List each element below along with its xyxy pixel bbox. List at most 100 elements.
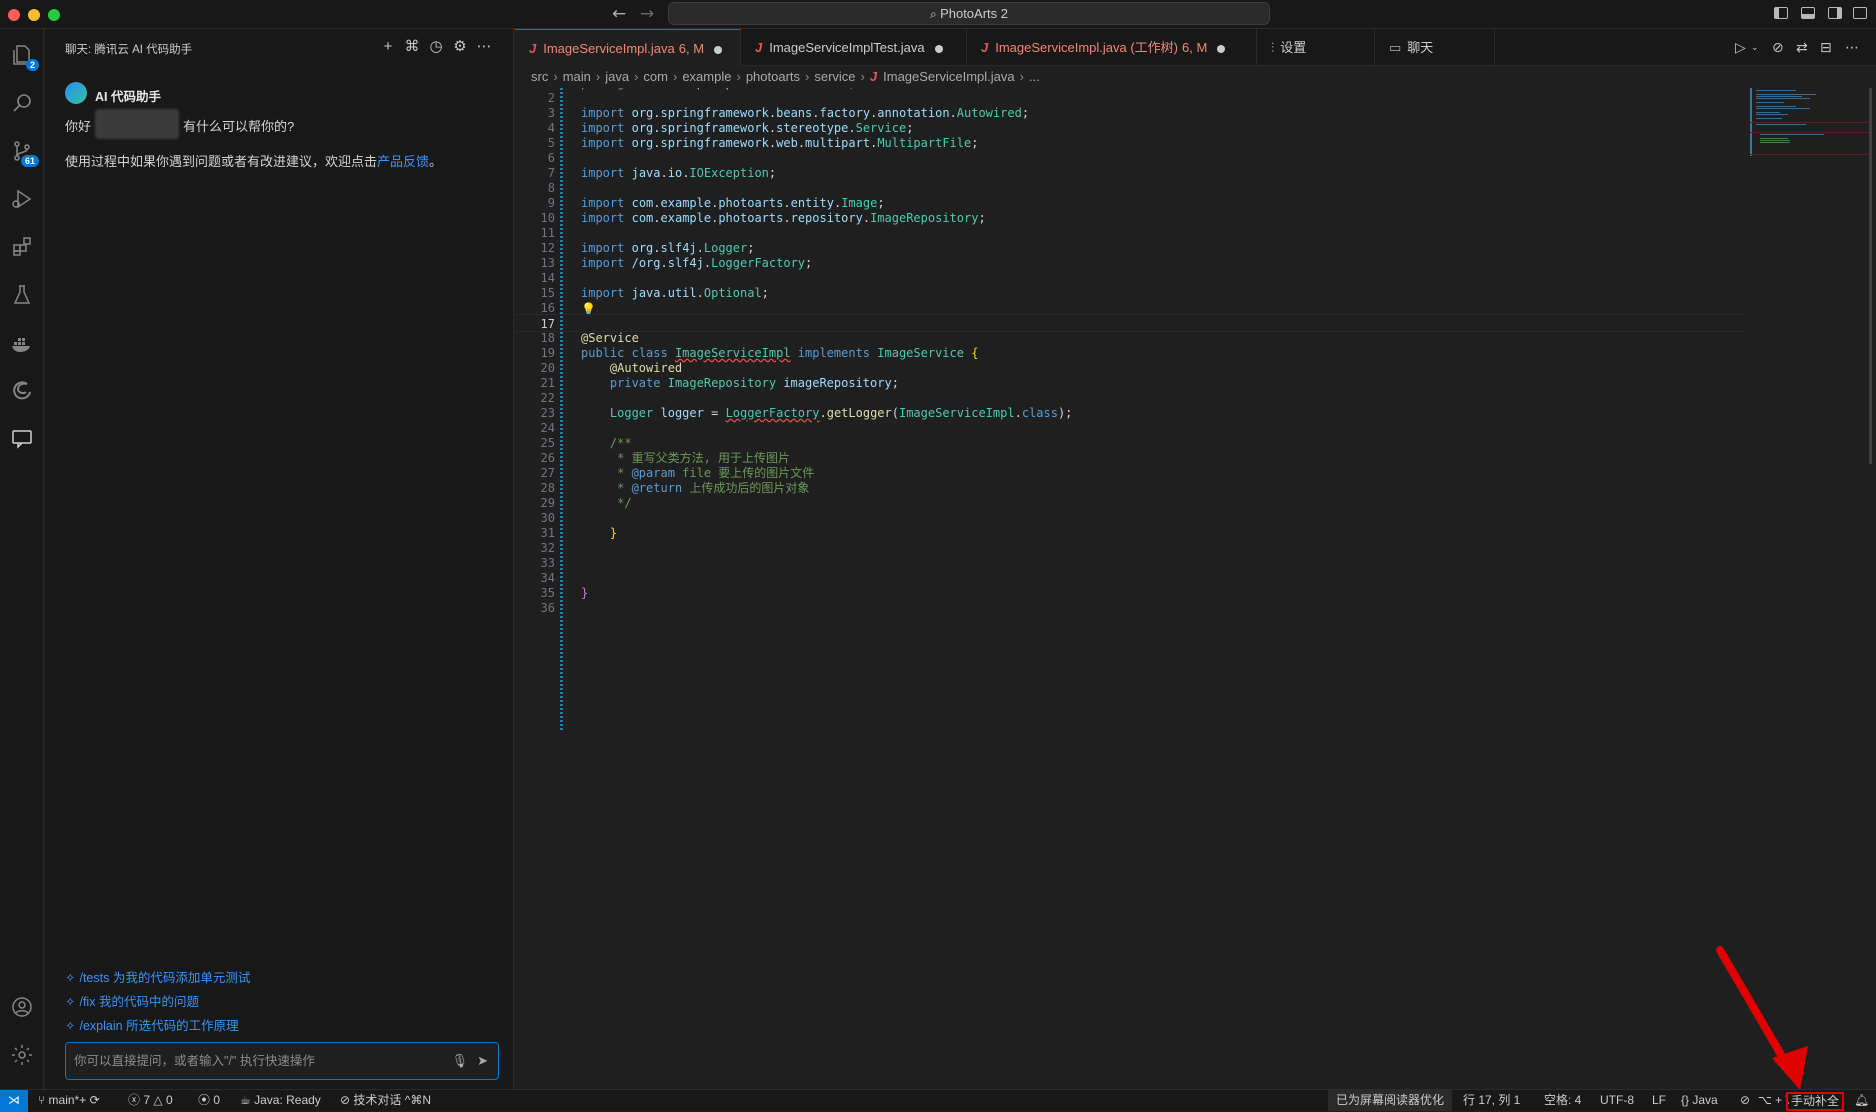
- edge-browser-icon[interactable]: [6, 375, 38, 407]
- customize-layout-icon[interactable]: [1853, 7, 1867, 19]
- microphone-icon[interactable]: 🎙: [451, 1043, 468, 1079]
- chevron-right-icon: ›: [805, 69, 810, 84]
- breadcrumb-item[interactable]: main: [563, 69, 591, 84]
- send-icon[interactable]: ➤: [477, 1043, 488, 1079]
- source-control-icon[interactable]: 61: [6, 135, 39, 167]
- more-actions-icon[interactable]: ⋯: [475, 38, 493, 56]
- chat-icon[interactable]: [6, 423, 38, 455]
- toggle-panel-icon[interactable]: [1801, 7, 1815, 19]
- chat-bubble-icon: ▭: [1389, 40, 1402, 55]
- tab-settings[interactable]: ⫶ 设置: [1257, 29, 1375, 66]
- remote-indicator-icon[interactable]: ⋊: [0, 1090, 28, 1112]
- breadcrumb-item[interactable]: service: [814, 69, 855, 84]
- chat-input[interactable]: 你可以直接提问，或者输入"/" 执行快速操作 🎙 ➤: [65, 1042, 499, 1080]
- sync-icon: ⟳: [86, 1093, 100, 1107]
- run-icon[interactable]: ▷: [1735, 39, 1746, 56]
- branch-status[interactable]: ⑂ main*+ ⟳: [38, 1090, 100, 1111]
- window-maximize-button[interactable]: [48, 9, 60, 21]
- breadcrumb-item[interactable]: src: [531, 69, 548, 84]
- unsaved-dot-icon[interactable]: [934, 44, 943, 53]
- encoding-status[interactable]: UTF-8: [1600, 1090, 1634, 1111]
- toggle-sidebar-icon[interactable]: [1774, 7, 1788, 19]
- feedback-suffix: 。: [429, 154, 443, 169]
- search-icon[interactable]: [6, 87, 38, 119]
- docker-icon[interactable]: [6, 327, 38, 359]
- explorer-badge: 2: [25, 59, 39, 71]
- command-desc: 我的代码中的问题: [98, 995, 199, 1009]
- chat-sessions-icon[interactable]: ⌘: [403, 38, 421, 56]
- ports-count: 0: [213, 1093, 221, 1107]
- breadcrumb-item[interactable]: com: [643, 69, 668, 84]
- sparkle-icon: ✧: [65, 971, 76, 985]
- editor-tabs: J ImageServiceImpl.java 6, M J ImageService…: [515, 29, 1876, 66]
- breadcrumb-item[interactable]: ...: [1029, 69, 1040, 84]
- explorer-icon[interactable]: 2: [6, 39, 39, 71]
- title-bar: ← → ⌕ PhotoArts 2: [0, 0, 1876, 29]
- compare-changes-icon[interactable]: ⊘: [1772, 39, 1784, 56]
- breadcrumb-item[interactable]: java: [605, 69, 629, 84]
- history-icon[interactable]: ◷: [427, 38, 445, 56]
- chevron-right-icon: ›: [553, 69, 558, 84]
- run-dropdown-chevron-icon[interactable]: ⌄: [1751, 42, 1759, 53]
- command-suggestion-fix[interactable]: ✧/fix 我的代码中的问题: [65, 991, 199, 1010]
- command-suggestion-explain[interactable]: ✧/explain 所选代码的工作原理: [65, 1015, 239, 1034]
- window-minimize-button[interactable]: [28, 9, 40, 21]
- unsaved-dot-icon[interactable]: [714, 45, 723, 54]
- account-icon[interactable]: [6, 991, 38, 1023]
- activity-bar: 2 61: [0, 29, 44, 1089]
- split-editor-icon[interactable]: ⊟: [1820, 39, 1832, 56]
- chat-input-placeholder: 你可以直接提问，或者输入"/" 执行快速操作: [74, 1054, 315, 1068]
- annotation-arrow: [1716, 946, 1808, 1090]
- tab-chat[interactable]: ▭ 聊天: [1375, 29, 1495, 66]
- breadcrumb: src › main › java › com › example › photoarts › serv…: [515, 66, 1040, 88]
- forward-arrow-icon[interactable]: →: [640, 4, 654, 24]
- command-suggestion-tests[interactable]: ✧/tests 为我的代码添加单元测试: [65, 967, 250, 986]
- code-line[interactable]: 36: [515, 599, 1745, 617]
- open-changes-icon[interactable]: ⇄: [1796, 39, 1808, 56]
- new-chat-icon[interactable]: +: [379, 38, 397, 56]
- manage-gear-icon[interactable]: [6, 1039, 38, 1071]
- sparkle-icon: ✧: [65, 1019, 76, 1033]
- branch-icon: ⑂: [38, 1093, 49, 1107]
- editor-scrollbar[interactable]: [1869, 88, 1872, 464]
- command-name: /tests: [79, 971, 110, 985]
- breadcrumb-item[interactable]: photoarts: [746, 69, 800, 84]
- back-arrow-icon[interactable]: ←: [612, 4, 626, 24]
- chevron-right-icon: ›: [860, 69, 865, 84]
- breadcrumb-item[interactable]: ImageServiceImpl.java: [883, 69, 1015, 84]
- extensions-icon[interactable]: [6, 231, 38, 263]
- line-number: 36: [540, 601, 555, 615]
- ports-status[interactable]: ⦿ 0: [198, 1090, 220, 1111]
- minimap[interactable]: [1750, 88, 1870, 158]
- breadcrumb-item[interactable]: example: [682, 69, 731, 84]
- tab-imageserviceimpl-worktree[interactable]: J ImageServiceImpl.java (工作树) 6, M: [967, 29, 1257, 66]
- cursor-position[interactable]: 行 17, 列 1: [1463, 1090, 1520, 1111]
- tech-chat-text: 技术对话 ^⌘N: [353, 1093, 432, 1107]
- chat-panel-title: 聊天: 腾讯云 AI 代码助手: [65, 44, 193, 56]
- tab-imageserviceimpltest[interactable]: J ImageServiceImplTest.java: [741, 29, 967, 66]
- tab-imageserviceimpl[interactable]: J ImageServiceImpl.java 6, M: [515, 29, 741, 66]
- tech-chat-status[interactable]: ⊘ 技术对话 ^⌘N: [340, 1090, 431, 1111]
- testing-icon[interactable]: [6, 279, 38, 311]
- braces-icon: {}: [1681, 1093, 1693, 1107]
- more-actions-icon[interactable]: ⋯: [1845, 39, 1859, 56]
- java-status-text: Java: Ready: [254, 1093, 321, 1107]
- eol-status[interactable]: LF: [1652, 1090, 1666, 1111]
- problems-status[interactable]: ⓧ 7 △ 0: [128, 1090, 173, 1111]
- branch-name: main*+: [48, 1093, 87, 1107]
- command-center-search[interactable]: ⌕ PhotoArts 2: [668, 2, 1270, 25]
- screen-reader-status[interactable]: 已为屏幕阅读器优化: [1328, 1090, 1453, 1111]
- search-icon: ⌕: [930, 7, 941, 21]
- indentation-status[interactable]: 空格: 4: [1544, 1090, 1581, 1111]
- java-status[interactable]: ☕ Java: Ready: [240, 1090, 321, 1111]
- settings-gear-icon[interactable]: ⚙: [451, 38, 469, 56]
- unsaved-dot-icon[interactable]: [1217, 44, 1226, 53]
- run-debug-icon[interactable]: [6, 183, 38, 215]
- tab-label: ImageServiceImpl.java (工作树): [995, 40, 1179, 55]
- feedback-prefix: 使用过程中如果你遇到问题或者有改进建议，欢迎点击: [65, 154, 378, 169]
- window-close-button[interactable]: [8, 9, 20, 21]
- product-feedback-link[interactable]: 产品反馈: [377, 154, 429, 169]
- code-editor[interactable]: 1package com.example.photoarts.service;2…: [515, 88, 1876, 1089]
- bot-name: AI 代码助手: [95, 90, 161, 104]
- toggle-secondary-sidebar-icon[interactable]: [1828, 7, 1842, 19]
